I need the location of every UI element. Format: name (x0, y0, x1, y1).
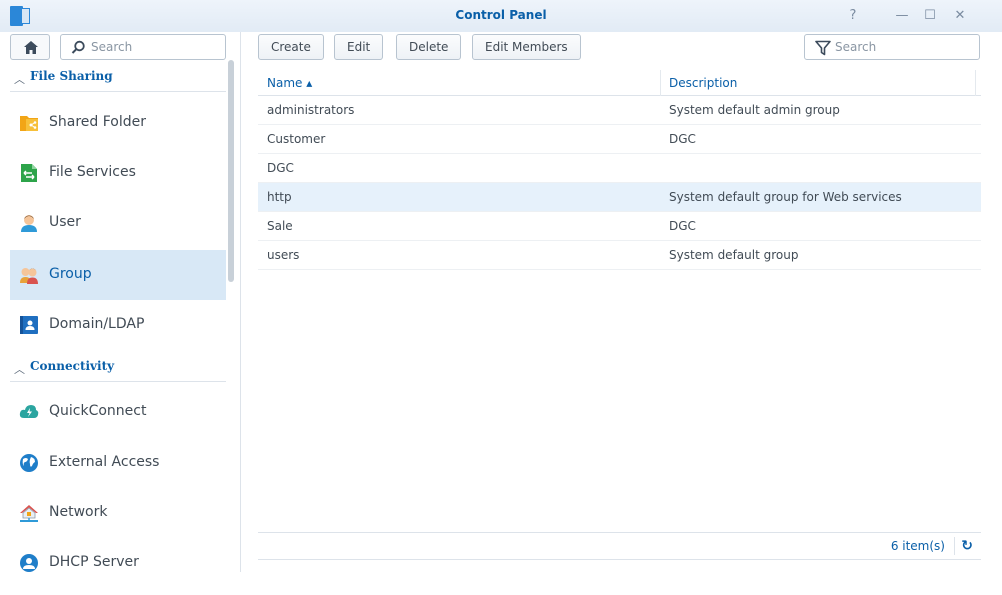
sidebar-item-label: Shared Folder (49, 114, 147, 130)
delete-button[interactable]: Delete (396, 34, 462, 60)
cell-name: http (267, 190, 292, 204)
cell-description: System default group for Web services (669, 190, 902, 204)
cell-name: users (267, 248, 300, 262)
cell-description: System default admin group (669, 103, 840, 117)
table-row[interactable]: administrators System default admin grou… (258, 96, 981, 125)
help-button[interactable]: ? (844, 7, 862, 25)
sidebar-item-dhcp-server[interactable]: DHCP Server (10, 538, 226, 588)
quickconnect-icon (19, 405, 39, 418)
filter-icon (815, 40, 831, 56)
table-row-selected[interactable]: http System default group for Web servic… (258, 183, 981, 212)
dhcp-server-icon (20, 554, 38, 572)
user-icon (21, 215, 37, 232)
table-row[interactable]: users System default group (258, 241, 981, 270)
table-row[interactable]: Customer DGC (258, 125, 981, 154)
sidebar-item-label: Network (49, 504, 108, 520)
cell-name: Customer (267, 132, 326, 146)
sidebar-scrollbar[interactable] (228, 60, 234, 282)
filter-search-placeholder: Search (835, 40, 877, 54)
sidebar-item-label: Domain/LDAP (49, 316, 145, 332)
sidebar-divider (240, 32, 241, 572)
edit-members-button[interactable]: Edit Members (472, 34, 581, 60)
sidebar-item-label: Group (49, 266, 92, 282)
maximize-button[interactable]: ☐ (921, 7, 939, 25)
chevron-up-icon: ︿ (14, 363, 25, 376)
column-separator (660, 70, 661, 96)
section-file-sharing[interactable]: ︿ File Sharing (10, 64, 226, 92)
sidebar-item-external-access[interactable]: External Access (10, 438, 226, 488)
cell-description: DGC (669, 219, 696, 233)
sidebar-item-label: External Access (49, 454, 160, 470)
section-label: Connectivity (30, 359, 115, 373)
sidebar-item-label: File Services (49, 164, 136, 180)
sidebar-item-group[interactable]: Group (10, 250, 226, 300)
external-access-icon (20, 454, 38, 472)
sidebar: Search ︿ File Sharing Shared Folder File… (0, 32, 240, 595)
shared-folder-icon (20, 116, 38, 131)
sidebar-item-network[interactable]: Network (10, 488, 226, 538)
column-header-description[interactable]: Description (669, 76, 737, 90)
section-label: File Sharing (30, 69, 113, 83)
search-icon (71, 40, 85, 54)
filter-search-input[interactable]: Search (804, 34, 980, 60)
table-row[interactable]: Sale DGC (258, 212, 981, 241)
sidebar-search-placeholder: Search (91, 40, 133, 54)
sidebar-item-quickconnect[interactable]: QuickConnect (10, 387, 226, 437)
chevron-up-icon: ︿ (14, 73, 25, 86)
group-icon (20, 268, 38, 284)
network-icon (20, 505, 38, 522)
table-row[interactable]: DGC (258, 154, 981, 183)
sidebar-search-input[interactable]: Search (60, 34, 226, 60)
item-count: 6 item(s) (890, 539, 945, 553)
sidebar-item-user[interactable]: User (10, 198, 226, 248)
edit-button[interactable]: Edit (334, 34, 384, 60)
group-table: Name ▴ Description administrators System… (258, 70, 981, 270)
home-icon (24, 41, 38, 54)
home-button[interactable] (10, 34, 50, 60)
sidebar-item-label: User (49, 214, 81, 230)
section-connectivity[interactable]: ︿ Connectivity (10, 354, 226, 382)
cell-description: System default group (669, 248, 799, 262)
title-bar: Control Panel ? — ☐ ✕ (0, 0, 1002, 32)
cell-description: DGC (669, 132, 696, 146)
sidebar-item-label: DHCP Server (49, 554, 139, 570)
cell-name: administrators (267, 103, 355, 117)
column-header-name[interactable]: Name ▴ (267, 76, 312, 90)
domain-ldap-icon (20, 316, 38, 334)
cell-name: Sale (267, 219, 293, 233)
file-services-icon (21, 164, 37, 182)
column-separator (975, 70, 976, 96)
minimize-button[interactable]: — (893, 7, 911, 25)
table-header: Name ▴ Description (258, 70, 981, 96)
footer-separator (954, 537, 955, 555)
table-footer: 6 item(s) ↻ (258, 532, 981, 560)
sidebar-item-shared-folder[interactable]: Shared Folder (10, 98, 226, 148)
close-button[interactable]: ✕ (951, 7, 969, 25)
create-button[interactable]: Create (258, 34, 324, 60)
cell-name: DGC (267, 161, 294, 175)
sidebar-item-domain-ldap[interactable]: Domain/LDAP (10, 300, 226, 350)
sidebar-item-file-services[interactable]: File Services (10, 148, 226, 198)
sidebar-item-label: QuickConnect (49, 403, 147, 419)
refresh-icon[interactable]: ↻ (961, 538, 973, 554)
